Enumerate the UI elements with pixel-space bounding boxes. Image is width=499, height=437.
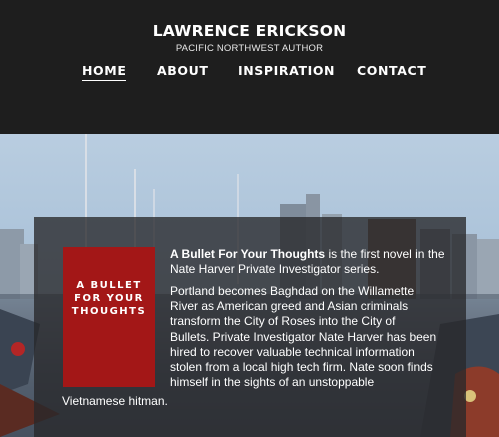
- cover-line-2: FOR YOUR: [74, 293, 144, 304]
- description-line: River as American greed and Asian crimin…: [170, 299, 409, 314]
- site-header: LAWRENCE ERICKSON PACIFIC NORTHWEST AUTH…: [0, 0, 499, 134]
- description-line: stolen from a local high tech firm. Nate…: [170, 360, 433, 375]
- description-line: transform the City of Roses into the Cit…: [170, 314, 396, 329]
- book-title: A Bullet For Your Thoughts: [170, 247, 326, 261]
- nav-about[interactable]: ABOUT: [157, 63, 209, 78]
- book-cover-image[interactable]: A BULLET FOR YOUR THOUGHTS: [63, 247, 155, 387]
- description-line: Bullets. Private Investigator Nate Harve…: [170, 329, 437, 344]
- book-description: Portland becomes Baghdad on the Willamet…: [170, 284, 460, 390]
- book-cover-title: A BULLET FOR YOUR THOUGHTS: [63, 279, 155, 318]
- cover-line-1: A BULLET: [76, 280, 142, 291]
- nav-inspiration[interactable]: INSPIRATION: [238, 63, 335, 78]
- description-line: Portland becomes Baghdad on the Willamet…: [170, 284, 415, 298]
- main-nav: HOME ABOUT INSPIRATION CONTACT: [0, 63, 499, 85]
- book-intro: A Bullet For Your Thoughts is the first …: [170, 247, 448, 277]
- description-line: hired to recover valuable technical info…: [170, 344, 415, 359]
- nav-home[interactable]: HOME: [82, 63, 127, 81]
- cover-line-3: THOUGHTS: [71, 306, 147, 317]
- nav-contact[interactable]: CONTACT: [357, 63, 426, 78]
- description-tail: Vietnamese hitman.: [62, 394, 168, 408]
- description-line: himself in the sights of an unstoppable: [170, 375, 375, 390]
- site-title[interactable]: LAWRENCE ERICKSON: [0, 22, 499, 40]
- site-subtitle: PACIFIC NORTHWEST AUTHOR: [175, 43, 324, 54]
